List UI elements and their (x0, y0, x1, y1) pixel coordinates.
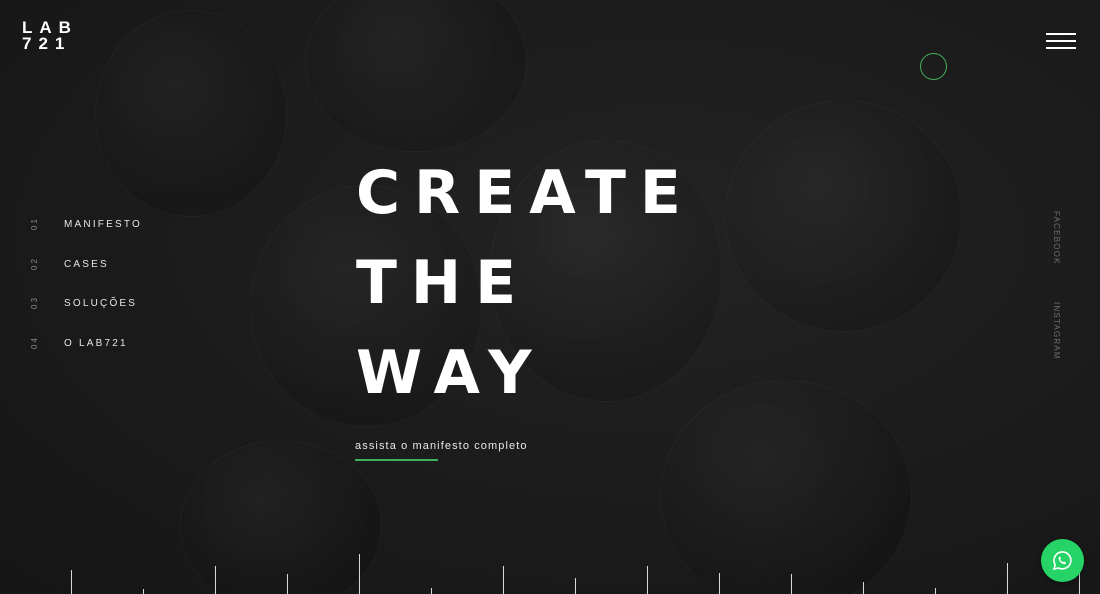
manifest-link-underline (355, 459, 438, 461)
tick-mark (359, 554, 360, 594)
manifest-link[interactable]: assista o manifesto completo (355, 440, 528, 452)
background-bubble (725, 100, 962, 332)
nav-item-manifesto[interactable]: 01 MANIFESTO (22, 212, 182, 236)
bottom-tick-marks (0, 540, 1100, 594)
nav-item-label: CASES (64, 259, 109, 270)
nav-item-label: O LAB721 (64, 338, 128, 349)
nav-item-cases[interactable]: 02 CASES (22, 252, 182, 276)
hero-headline: CREATE THE WAY (356, 148, 695, 418)
nav-item-number: 02 (30, 257, 39, 271)
whatsapp-icon (1052, 551, 1072, 571)
nav-item-label: SOLUÇÕES (64, 298, 138, 309)
tick-mark (287, 574, 288, 594)
instagram-link[interactable]: INSTAGRAM (1049, 302, 1061, 360)
tick-mark (71, 570, 72, 594)
nav-item-number: 01 (30, 217, 39, 231)
facebook-link[interactable]: FACEBOOK (1049, 211, 1061, 265)
whatsapp-button[interactable] (1041, 539, 1084, 582)
nav-item-label: MANIFESTO (64, 219, 142, 230)
menu-bar (1046, 33, 1076, 35)
hamburger-menu-icon[interactable] (1046, 31, 1076, 49)
tick-mark (719, 573, 720, 594)
nav-item-number: 04 (30, 336, 39, 350)
nav-item-o-lab721[interactable]: 04 O LAB721 (22, 331, 182, 355)
nav-item-solucoes[interactable]: 03 SOLUÇÕES (22, 291, 182, 315)
tick-mark (1007, 563, 1008, 594)
tick-mark (863, 582, 864, 594)
tick-mark (503, 566, 504, 594)
tick-mark (935, 588, 936, 594)
hero-line-3: WAY (356, 338, 546, 408)
tick-mark (143, 589, 144, 594)
tick-mark (1079, 572, 1080, 594)
background-bubble (305, 0, 527, 152)
circle-outline-icon (920, 53, 947, 80)
tick-mark (575, 578, 576, 594)
hero-line-2: THE (356, 248, 531, 318)
menu-bar (1046, 47, 1076, 49)
background-bubble (95, 10, 287, 217)
nav-item-number: 03 (30, 296, 39, 310)
hero-line-1: CREATE (356, 158, 695, 228)
tick-mark (431, 588, 432, 594)
logo-line-2: 721 (22, 34, 72, 53)
logo[interactable]: LAB 721 (22, 19, 78, 53)
menu-bar (1046, 40, 1076, 42)
tick-mark (647, 566, 648, 594)
tick-mark (215, 566, 216, 594)
tick-mark (791, 574, 792, 594)
landing-page: LAB 721 01 MANIFESTO 02 CASES 03 SOLUÇÕE… (0, 0, 1100, 594)
